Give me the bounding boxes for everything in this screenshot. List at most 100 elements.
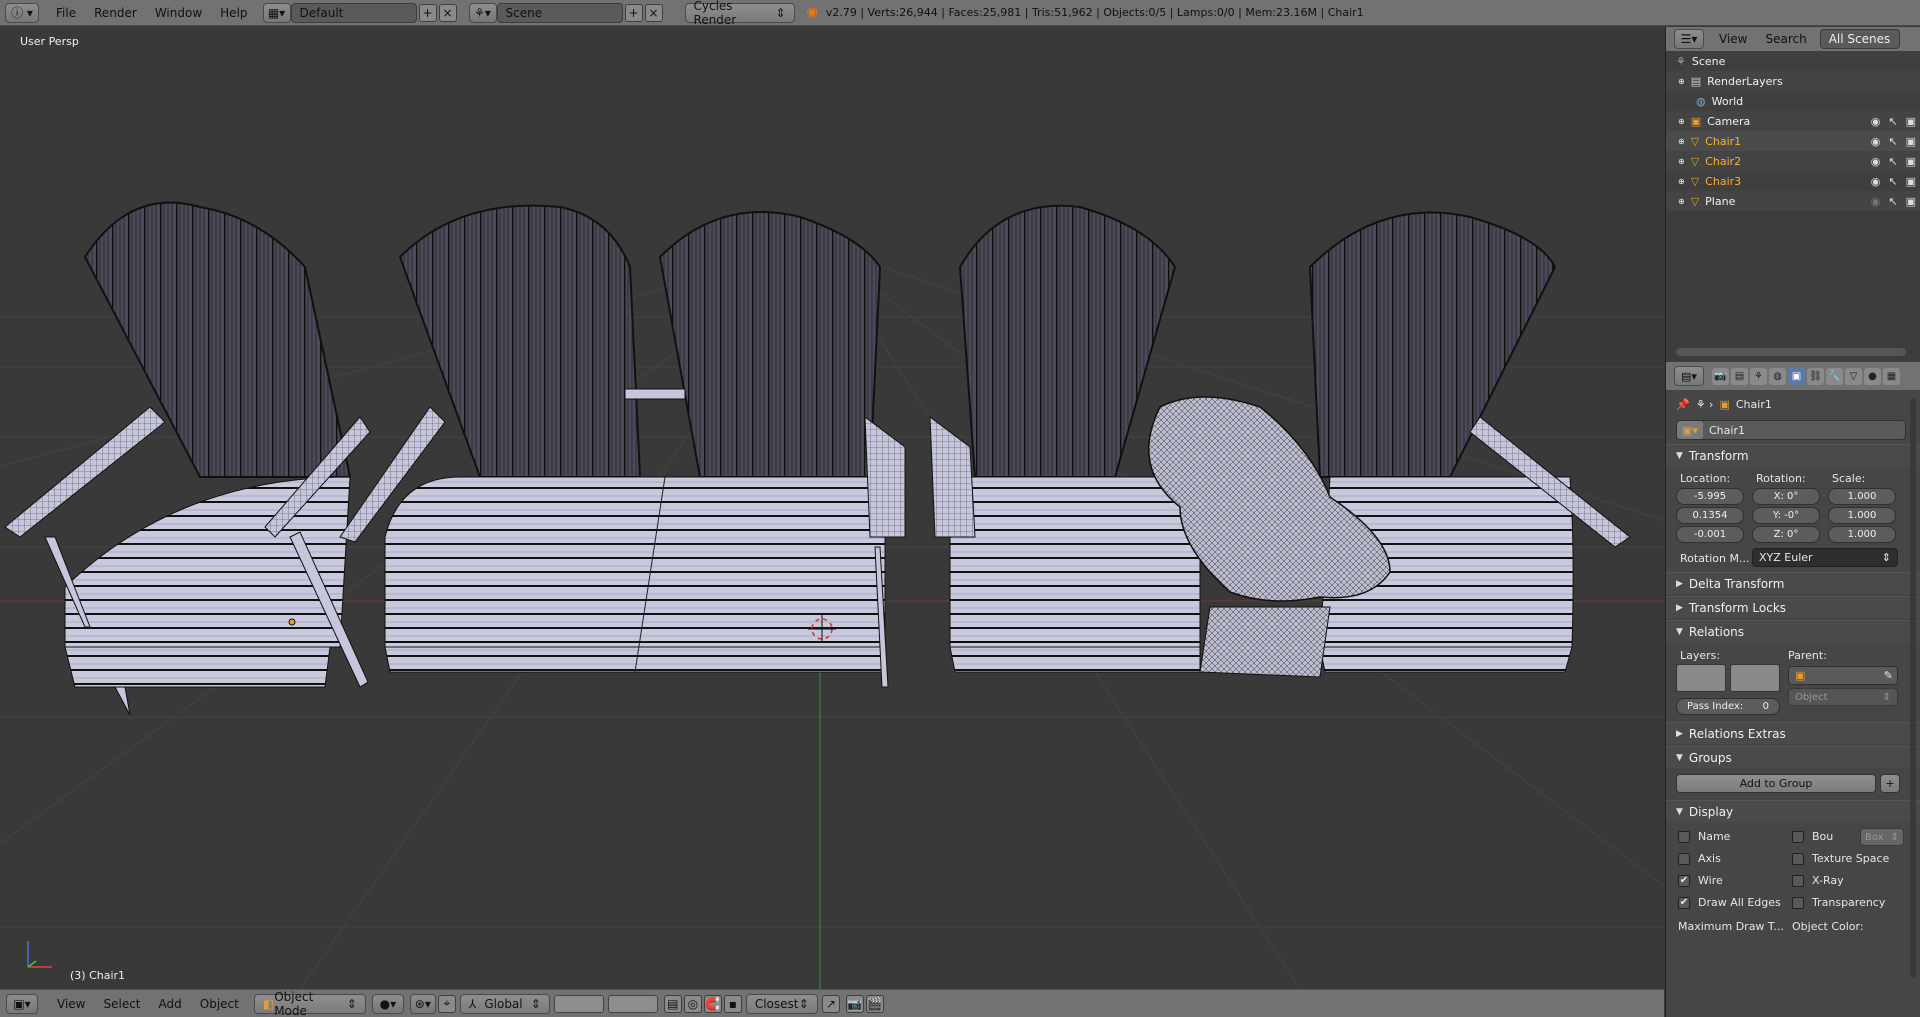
editor-type-info-button[interactable]: ⓘ ▾ xyxy=(5,2,39,23)
outliner-tab-view[interactable]: View xyxy=(1710,32,1756,46)
parent-type-select[interactable]: Object ⇕ xyxy=(1788,688,1898,706)
outliner-tab-search[interactable]: Search xyxy=(1756,32,1815,46)
display-draw-all-edges-checkbox[interactable]: ✔ Draw All Edges xyxy=(1678,896,1781,909)
panel-delta-transform[interactable]: ▶ Delta Transform xyxy=(1666,572,1920,594)
material-tab-icon[interactable]: ● xyxy=(1864,367,1881,385)
panel-relations[interactable]: ▼ Relations xyxy=(1666,620,1920,642)
remove-scene-icon[interactable]: × xyxy=(644,3,663,22)
expand-icon[interactable]: ⊕ xyxy=(1678,137,1685,146)
scale-y[interactable]: 1.000 xyxy=(1828,507,1896,524)
outliner-item-camera[interactable]: ⊕ ▣ Camera ◉ ↖ ▣ xyxy=(1666,111,1920,131)
3d-viewport[interactable]: User Persp (3) Chair1 xyxy=(0,27,1664,989)
outliner-scrollbar[interactable] xyxy=(1676,348,1906,356)
snap-target-select[interactable]: Closest ⇕ xyxy=(745,993,818,1014)
checkbox[interactable] xyxy=(1678,852,1690,865)
display-transparency-checkbox[interactable]: Transparency xyxy=(1792,896,1885,909)
proportional-edit-icon[interactable]: ◎ xyxy=(683,994,702,1013)
location-z[interactable]: -0.001 xyxy=(1676,526,1744,543)
rotation-y[interactable]: Y: -0° xyxy=(1752,507,1820,524)
object-name-field[interactable]: ▣▾ Chair1 xyxy=(1676,420,1906,440)
manipulator-icon[interactable]: ⌖ xyxy=(437,994,456,1013)
outliner-display-mode[interactable]: All Scenes xyxy=(1819,29,1900,49)
checkbox[interactable] xyxy=(1792,896,1804,909)
lock-camera-icon[interactable]: ▤ xyxy=(663,994,682,1013)
add-scene-icon[interactable]: + xyxy=(624,3,643,22)
expand-icon[interactable]: ⊕ xyxy=(1678,157,1685,166)
menu-add[interactable]: Add xyxy=(150,997,191,1011)
menu-file[interactable]: File xyxy=(47,6,85,20)
snap-rotation-icon[interactable]: ↗ xyxy=(821,994,840,1013)
checkbox[interactable] xyxy=(1792,852,1804,865)
location-x[interactable]: -5.995 xyxy=(1676,488,1744,505)
eye-icon[interactable]: ◉ xyxy=(1871,155,1881,168)
eye-icon[interactable]: ◉ xyxy=(1871,175,1881,188)
opengl-render-icon[interactable]: 📷 xyxy=(845,994,864,1013)
outliner-item-world[interactable]: ◍ World xyxy=(1666,91,1920,111)
expand-icon[interactable]: ⊕ xyxy=(1678,77,1685,86)
add-layout-icon[interactable]: + xyxy=(418,3,437,22)
remove-layout-icon[interactable]: × xyxy=(438,3,457,22)
viewport-shading-icon[interactable]: ●▾ xyxy=(371,993,404,1014)
eye-icon[interactable]: ◉ xyxy=(1871,135,1881,148)
checkbox[interactable] xyxy=(1792,874,1804,887)
display-wire-checkbox[interactable]: ✔ Wire xyxy=(1678,874,1723,887)
rotation-mode-select[interactable]: XYZ Euler ⇕ xyxy=(1752,548,1898,567)
render-icon[interactable]: ▣ xyxy=(1906,135,1916,148)
snap-element-icon[interactable]: ▪ xyxy=(723,994,742,1013)
menu-window[interactable]: Window xyxy=(146,6,211,20)
cursor-icon[interactable]: ↖ xyxy=(1888,135,1897,148)
display-texture-space-checkbox[interactable]: Texture Space xyxy=(1792,852,1889,865)
scale-z[interactable]: 1.000 xyxy=(1828,526,1896,543)
checkbox[interactable] xyxy=(1792,830,1804,843)
display-xray-checkbox[interactable]: X-Ray xyxy=(1792,874,1844,887)
scene-field[interactable]: Scene xyxy=(496,2,623,23)
panel-groups[interactable]: ▼ Groups xyxy=(1666,746,1920,768)
cursor-icon[interactable]: ↖ xyxy=(1888,115,1897,128)
menu-select[interactable]: Select xyxy=(94,997,149,1011)
layers-grid-b[interactable] xyxy=(1730,664,1780,692)
panel-relations-extras[interactable]: ▶ Relations Extras xyxy=(1666,722,1920,744)
render-icon[interactable]: ▣ xyxy=(1906,115,1916,128)
display-name-checkbox[interactable]: Name xyxy=(1678,830,1730,843)
outliner-item-chair3[interactable]: ⊕ ▽ Chair3 ◉ ↖ ▣ xyxy=(1666,171,1920,191)
bounds-type-select[interactable]: Box ⇕ xyxy=(1860,828,1904,846)
screen-layout-icon[interactable]: ▦▾ xyxy=(262,2,291,23)
expand-icon[interactable]: ⊕ xyxy=(1678,117,1685,126)
cursor-icon[interactable]: ↖ xyxy=(1888,175,1897,188)
eye-icon[interactable]: ◉ xyxy=(1871,115,1881,128)
parent-field[interactable]: ▣ ✎ xyxy=(1788,666,1898,685)
rotation-z[interactable]: Z: 0° xyxy=(1752,526,1820,543)
panel-transform-locks[interactable]: ▶ Transform Locks xyxy=(1666,596,1920,618)
cursor-icon[interactable]: ↖ xyxy=(1888,195,1897,208)
eyedropper-icon[interactable]: ✎ xyxy=(1884,669,1893,682)
scene-icon[interactable]: ⚘▾ xyxy=(468,2,497,23)
layer-buttons-a[interactable] xyxy=(553,994,604,1013)
pivot-point-icon[interactable]: ⊛▾ xyxy=(409,993,436,1014)
snap-icon[interactable]: 🧲 xyxy=(703,994,722,1013)
object-tab-icon[interactable]: ▣ xyxy=(1788,367,1805,385)
expand-icon[interactable]: ⊕ xyxy=(1678,177,1685,186)
object-data-icon[interactable]: ▣▾ xyxy=(1677,421,1703,439)
restrict-toggles[interactable]: ◉ ↖ ▣ xyxy=(1871,135,1916,148)
editor-type-outliner-button[interactable]: ☰▾ xyxy=(1674,29,1704,49)
panel-display[interactable]: ▼ Display xyxy=(1666,800,1920,822)
outliner-item-renderlayers[interactable]: ⊕ ▤ RenderLayers xyxy=(1666,71,1920,91)
eye-hidden-icon[interactable]: ◉ xyxy=(1871,195,1881,208)
scene-tab-icon[interactable]: ⚘ xyxy=(1750,367,1767,385)
render-engine-select[interactable]: Cycles Render ⇕ xyxy=(684,0,795,27)
add-group-icon[interactable]: + xyxy=(1880,774,1900,793)
menu-object[interactable]: Object xyxy=(191,997,248,1011)
editor-type-properties-button[interactable]: ▤▾ xyxy=(1674,366,1704,386)
modifiers-tab-icon[interactable]: 🔧 xyxy=(1826,367,1843,385)
outliner-item-chair2[interactable]: ⊕ ▽ Chair2 ◉ ↖ ▣ xyxy=(1666,151,1920,171)
render-icon[interactable]: ▣ xyxy=(1906,175,1916,188)
render-layers-tab-icon[interactable]: ▤ xyxy=(1731,367,1748,385)
restrict-toggles[interactable]: ◉ ↖ ▣ xyxy=(1871,195,1916,208)
chair1-mesh[interactable] xyxy=(4,201,371,716)
mode-select[interactable]: ◧ Object Mode ⇕ xyxy=(253,990,366,1017)
restrict-toggles[interactable]: ◉ ↖ ▣ xyxy=(1871,115,1916,128)
restrict-toggles[interactable]: ◉ ↖ ▣ xyxy=(1871,155,1916,168)
display-axis-checkbox[interactable]: Axis xyxy=(1678,852,1721,865)
menu-render[interactable]: Render xyxy=(85,6,146,20)
outliner-item-scene[interactable]: ⚘ Scene xyxy=(1666,51,1920,71)
